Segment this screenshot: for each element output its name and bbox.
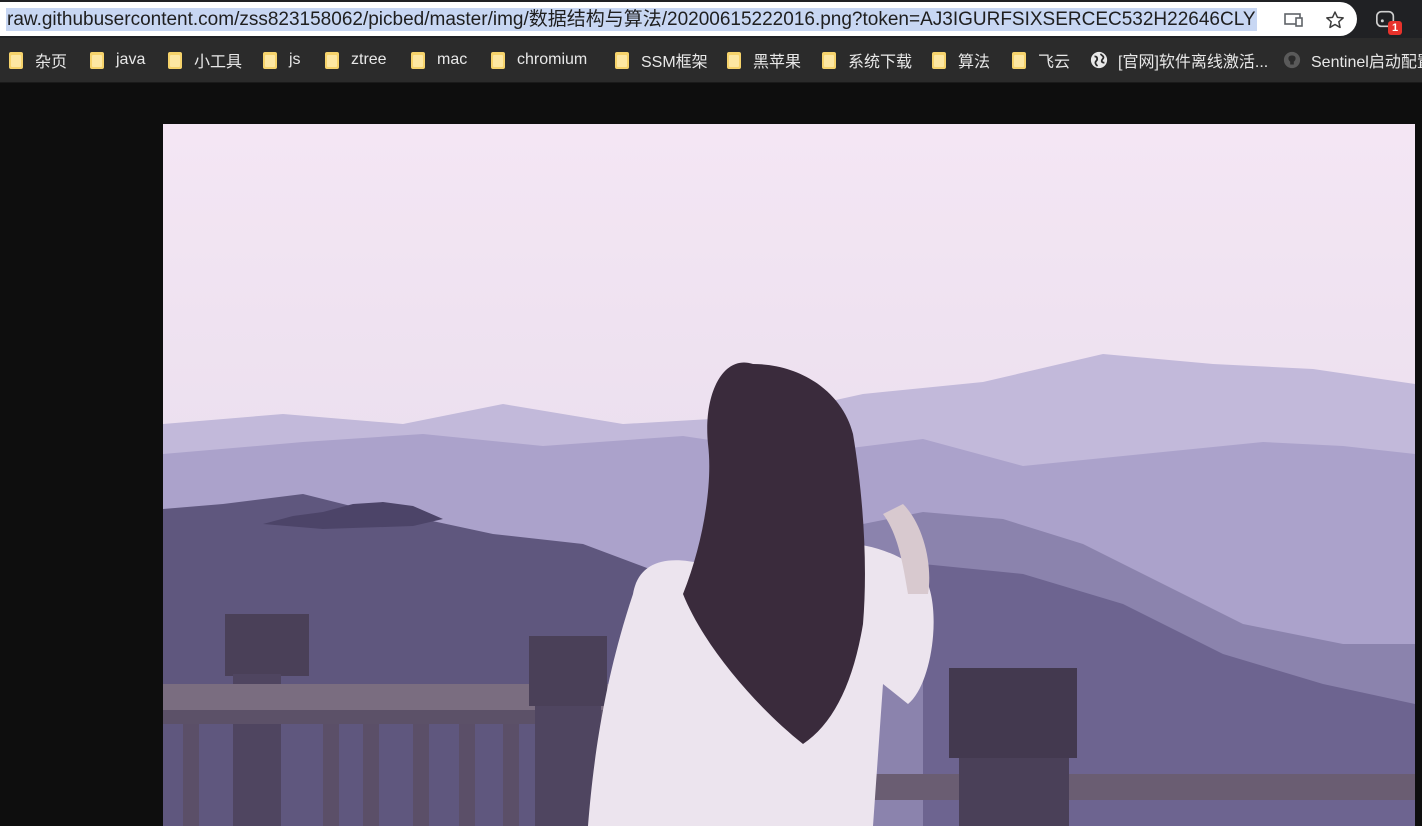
folder-icon	[263, 51, 277, 69]
photo-scene	[163, 124, 1415, 826]
bookmark-link-13[interactable]: Sentinel启动配置	[1283, 48, 1422, 72]
bookmark-folder-9[interactable]: 系统下载	[822, 48, 912, 72]
bookmark-folder-3[interactable]: js	[263, 48, 301, 72]
bookmark-folder-4[interactable]: ztree	[325, 48, 387, 72]
bookmark-folder-2[interactable]: 小工具	[168, 48, 242, 72]
image-viewer	[0, 83, 1422, 826]
folder-icon	[90, 51, 104, 69]
bookmark-folder-5[interactable]: mac	[411, 48, 467, 72]
bookmark-folder-8[interactable]: 黑苹果	[727, 48, 801, 72]
extension-icon[interactable]: 1	[1372, 5, 1402, 35]
bookmark-label: 飞云	[1038, 54, 1071, 71]
globe-icon	[1090, 51, 1108, 69]
bookmark-label: java	[116, 51, 146, 68]
folder-icon	[822, 51, 836, 69]
bookmark-label: 系统下载	[848, 54, 913, 71]
bookmark-folder-1[interactable]: java	[90, 48, 145, 72]
github-icon	[1283, 51, 1301, 69]
folder-icon	[932, 51, 946, 69]
bookmark-label: js	[289, 51, 301, 68]
folder-icon	[168, 51, 182, 69]
bookmark-folder-0[interactable]: 杂页	[9, 48, 67, 72]
bookmark-label: ztree	[351, 51, 387, 68]
bookmark-label: 小工具	[194, 54, 243, 71]
omnibox[interactable]: raw.githubusercontent.com/zss823158062/p…	[0, 2, 1357, 36]
folder-icon	[491, 51, 505, 69]
bookmark-label: mac	[437, 51, 468, 68]
bookmark-link-12[interactable]: [官网]软件离线激活...	[1090, 48, 1268, 72]
bookmark-label: [官网]软件离线激活...	[1118, 54, 1269, 71]
folder-icon	[727, 51, 741, 69]
bookmark-label: SSM框架	[641, 54, 708, 71]
bookmark-folder-10[interactable]: 算法	[932, 48, 990, 72]
address-bar: raw.githubusercontent.com/zss823158062/p…	[0, 0, 1422, 38]
bookmarks-bar: 杂页 java 小工具 js ztree mac chromium SSM框架 …	[0, 38, 1422, 83]
cast-icon[interactable]	[1283, 9, 1305, 31]
extension-badge: 1	[1388, 21, 1402, 35]
bookmark-label: 算法	[958, 54, 991, 71]
folder-icon	[411, 51, 425, 69]
bookmark-label: chromium	[517, 51, 588, 68]
folder-icon	[615, 51, 629, 69]
bookmark-star-icon[interactable]	[1324, 9, 1346, 31]
url-text[interactable]: raw.githubusercontent.com/zss823158062/p…	[6, 8, 1257, 31]
bookmark-label: 杂页	[35, 54, 68, 71]
bookmark-folder-7[interactable]: SSM框架	[615, 48, 708, 72]
folder-icon	[325, 51, 339, 69]
bookmark-label: 黑苹果	[753, 54, 802, 71]
bookmark-folder-6[interactable]: chromium	[491, 48, 587, 72]
folder-icon	[9, 51, 23, 69]
folder-icon	[1012, 51, 1026, 69]
bookmark-label: Sentinel启动配置	[1311, 54, 1422, 71]
displayed-image[interactable]	[163, 124, 1415, 826]
bookmark-folder-11[interactable]: 飞云	[1012, 48, 1070, 72]
